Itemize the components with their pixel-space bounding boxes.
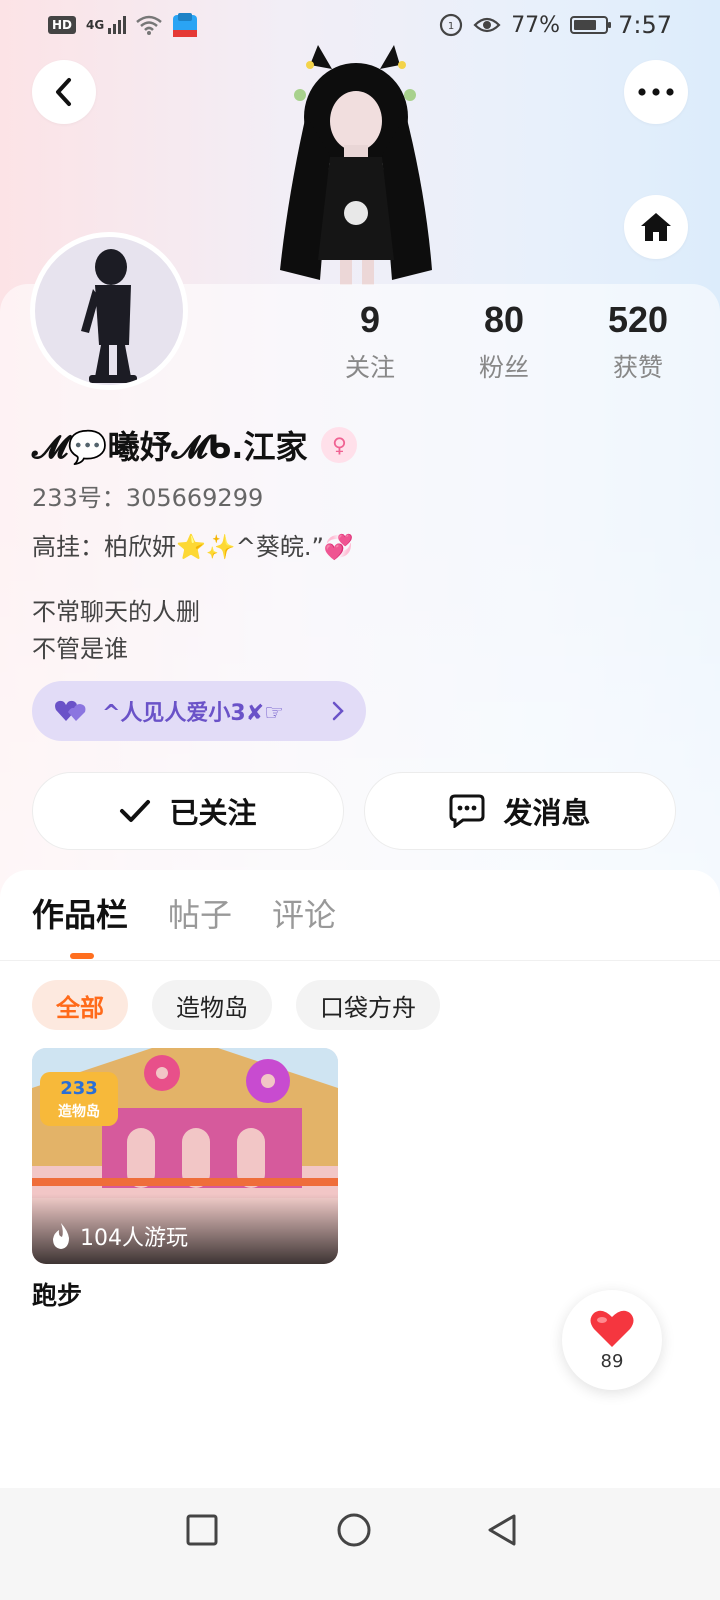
relationship-chip[interactable]: ^人见人爱小3✘☞ — [32, 681, 366, 741]
content-tabs: 作品栏 帖子 评论 — [32, 890, 336, 936]
pinned-text: 高挂：柏欣妍⭐✨^葵皖.”💞 — [32, 533, 354, 561]
app-notification-icon — [173, 13, 198, 37]
send-message-button[interactable]: 发消息 — [364, 772, 676, 850]
username: 𝓜💬曦妤𝓜ᑲ.江家 — [32, 428, 308, 466]
filter-creation-island[interactable]: 造物岛 — [152, 980, 272, 1030]
followed-button-label: 已关注 — [169, 796, 257, 830]
game-badge-text: 造物岛 — [58, 1103, 100, 1120]
recent-apps-button[interactable] — [180, 1508, 224, 1552]
followed-button[interactable]: 已关注 — [32, 772, 344, 850]
circle-icon — [337, 1513, 371, 1547]
data-saver-icon: 1 — [440, 13, 463, 37]
hd-badge: HD — [48, 16, 77, 34]
followers-label: 粉丝 — [478, 353, 529, 382]
play-count-label: 104人游玩 — [80, 1226, 188, 1251]
following-label: 关注 — [344, 353, 395, 382]
bio-line: 不管是谁 — [32, 635, 128, 663]
bio: 不常聊天的人删 不管是谁 — [32, 594, 200, 668]
double-heart-icon — [55, 700, 86, 721]
system-home-button[interactable] — [332, 1508, 376, 1552]
svg-text:1: 1 — [448, 21, 454, 32]
tab-comments[interactable]: 评论 — [272, 890, 336, 936]
square-icon — [186, 1514, 218, 1546]
tab-posts[interactable]: 帖子 — [168, 890, 232, 936]
character-avatar-illustration — [280, 45, 432, 285]
network-type: 4G — [86, 18, 105, 32]
like-count: 89 — [600, 1350, 624, 1372]
home-icon — [641, 213, 671, 241]
chat-bubble-icon — [449, 794, 485, 828]
status-bar: HD 4G 1 77% 7:57 — [0, 0, 720, 50]
triangle-back-icon — [488, 1514, 516, 1546]
more-options-button[interactable] — [624, 60, 688, 124]
like-button[interactable]: 89 — [562, 1290, 662, 1390]
game-badge-number: 233 — [60, 1078, 98, 1099]
eye-comfort-icon — [473, 17, 501, 33]
more-dots-icon — [638, 88, 674, 96]
send-message-label: 发消息 — [503, 796, 591, 830]
play-count: 104人游玩 — [50, 1220, 188, 1252]
following-count: 9 — [359, 299, 381, 340]
flame-icon — [53, 1223, 69, 1249]
category-filters: 全部 造物岛 口袋方舟 — [32, 980, 440, 1030]
work-title[interactable]: 跑步 — [32, 1276, 82, 1312]
user-id[interactable]: 233号：305669299 — [32, 478, 263, 513]
battery-percent: 77% — [511, 12, 561, 38]
battery-icon — [570, 16, 612, 34]
wifi-icon — [136, 15, 163, 35]
likes-count: 520 — [607, 299, 669, 340]
active-tab-indicator — [70, 953, 94, 959]
home-button[interactable] — [624, 195, 688, 259]
username-row: 𝓜💬曦妤𝓜ᑲ.江家 ♀ — [32, 422, 358, 468]
stat-following[interactable]: 9 关注 — [300, 300, 440, 384]
tabs-divider — [0, 960, 720, 961]
chevron-left-icon — [56, 78, 71, 106]
filter-pocket-ark[interactable]: 口袋方舟 — [296, 980, 440, 1030]
stat-followers[interactable]: 80 粉丝 — [434, 300, 574, 384]
heart-icon — [590, 1310, 634, 1347]
likes-label: 获赞 — [612, 353, 663, 382]
filter-all[interactable]: 全部 — [32, 980, 128, 1030]
stat-likes[interactable]: 520 获赞 — [568, 300, 708, 384]
avatar-silhouette-icon — [81, 249, 137, 383]
checkmark-icon — [120, 800, 151, 822]
gender-female-badge: ♀ — [321, 427, 358, 463]
followers-count: 80 — [483, 299, 525, 340]
profile-stats: 9 关注 80 粉丝 520 获赞 — [300, 300, 720, 390]
chevron-right-icon — [332, 701, 344, 721]
signal-icon — [108, 16, 127, 34]
tab-works[interactable]: 作品栏 — [32, 890, 128, 936]
bio-line: 不常聊天的人删 — [32, 598, 200, 626]
system-back-button[interactable] — [480, 1508, 524, 1552]
back-button[interactable] — [32, 60, 96, 124]
chip-label: ^人见人爱小3✘☞ — [102, 701, 284, 726]
clock: 7:57 — [618, 11, 672, 39]
avatar[interactable] — [30, 232, 188, 390]
